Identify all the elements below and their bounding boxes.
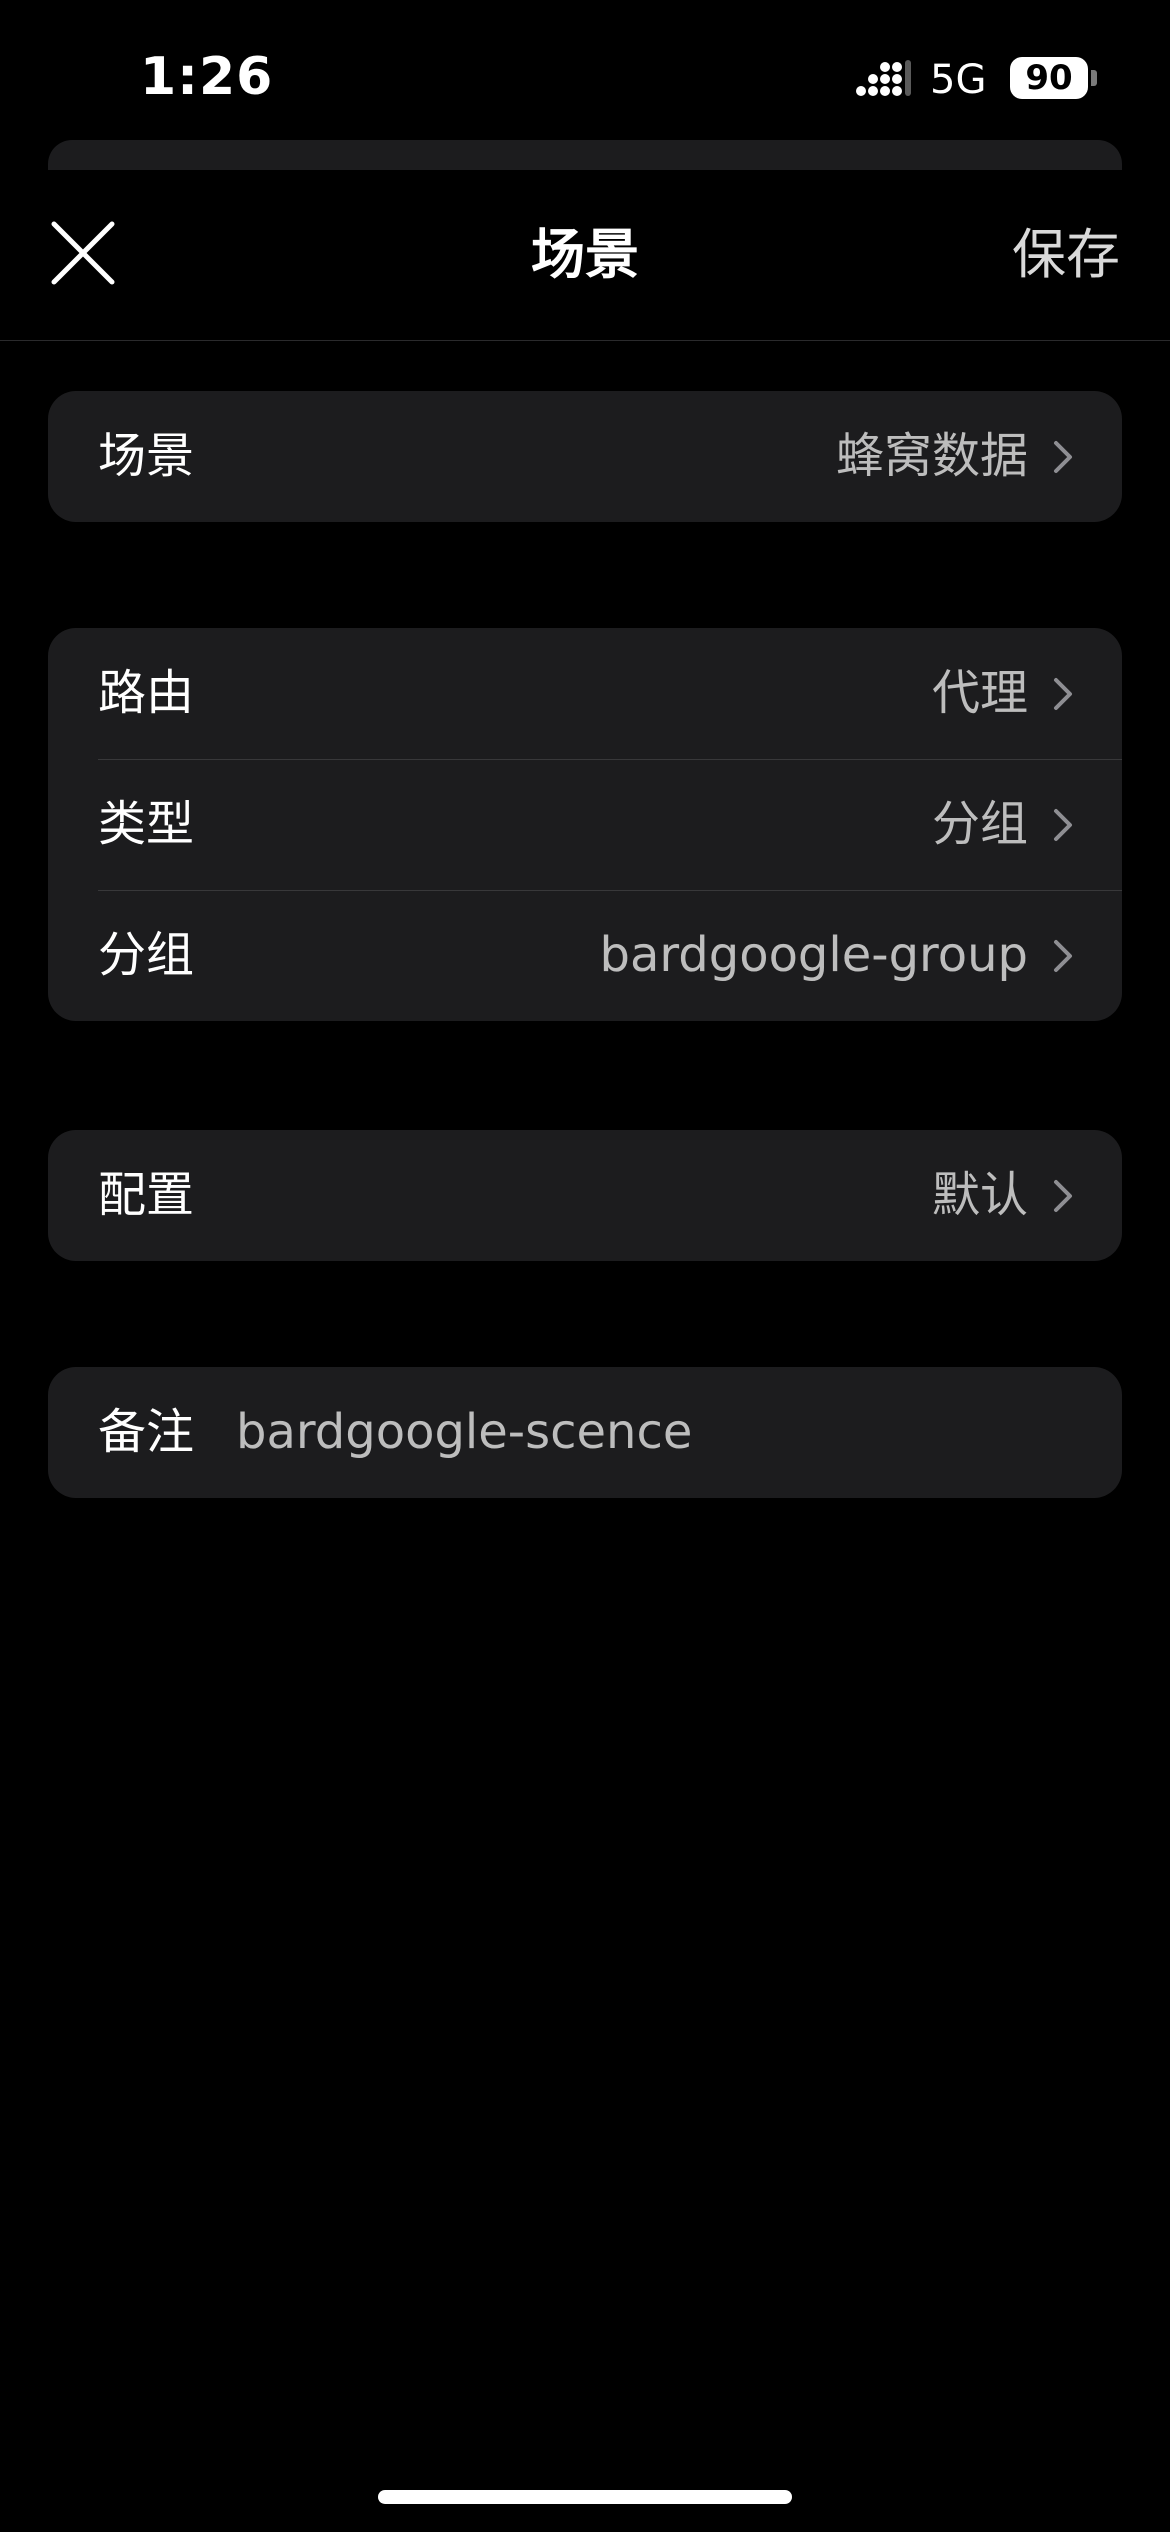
battery-icon: 90 xyxy=(1010,57,1088,99)
route-value: 代理 xyxy=(931,665,1028,721)
scene-group: 场景 蜂窝数据 xyxy=(48,391,1122,522)
config-label: 配置 xyxy=(98,1167,195,1223)
note-group: 备注 bardgoogle-scence xyxy=(48,1367,1122,1498)
chevron-right-icon xyxy=(1054,678,1072,710)
group-value: bardgoogle-group xyxy=(599,927,1028,983)
scene-value: 蜂窝数据 xyxy=(835,428,1028,484)
battery-level: 90 xyxy=(1025,58,1073,98)
chevron-right-icon xyxy=(1054,441,1072,473)
note-input[interactable]: bardgoogle-scence xyxy=(236,1367,692,1498)
chevron-right-icon xyxy=(1054,940,1072,972)
config-value: 默认 xyxy=(931,1167,1028,1223)
cellular-signal-icon xyxy=(856,60,911,96)
config-row[interactable]: 配置 默认 xyxy=(48,1130,1122,1261)
note-label: 备注 xyxy=(98,1404,195,1460)
close-icon xyxy=(51,221,115,285)
config-group: 配置 默认 xyxy=(48,1130,1122,1261)
type-row[interactable]: 类型 分组 xyxy=(48,759,1122,890)
save-button[interactable]: 保存 xyxy=(1012,220,1120,290)
close-button[interactable] xyxy=(40,210,126,296)
status-bar: 1:26 5G 90 xyxy=(0,0,1170,140)
page-title: 场景 xyxy=(531,223,639,286)
chevron-right-icon xyxy=(1054,809,1072,841)
scene-label: 场景 xyxy=(98,428,195,484)
modal-sheet xyxy=(0,170,1170,2532)
note-row[interactable]: 备注 bardgoogle-scence xyxy=(48,1367,1122,1498)
group-label: 分组 xyxy=(98,927,195,983)
home-indicator[interactable] xyxy=(378,2490,792,2504)
chevron-right-icon xyxy=(1054,1180,1072,1212)
scene-row[interactable]: 场景 蜂窝数据 xyxy=(48,391,1122,522)
group-row[interactable]: 分组 bardgoogle-group xyxy=(48,890,1122,1021)
type-value: 分组 xyxy=(931,796,1028,852)
routing-group: 路由 代理 类型 分组 分组 bardgoogle-group xyxy=(48,628,1122,1021)
network-type-label: 5G xyxy=(930,57,987,103)
route-label: 路由 xyxy=(98,665,195,721)
type-label: 类型 xyxy=(98,796,195,852)
status-time: 1:26 xyxy=(140,47,274,107)
battery-cap xyxy=(1091,70,1097,86)
route-row[interactable]: 路由 代理 xyxy=(48,628,1122,759)
